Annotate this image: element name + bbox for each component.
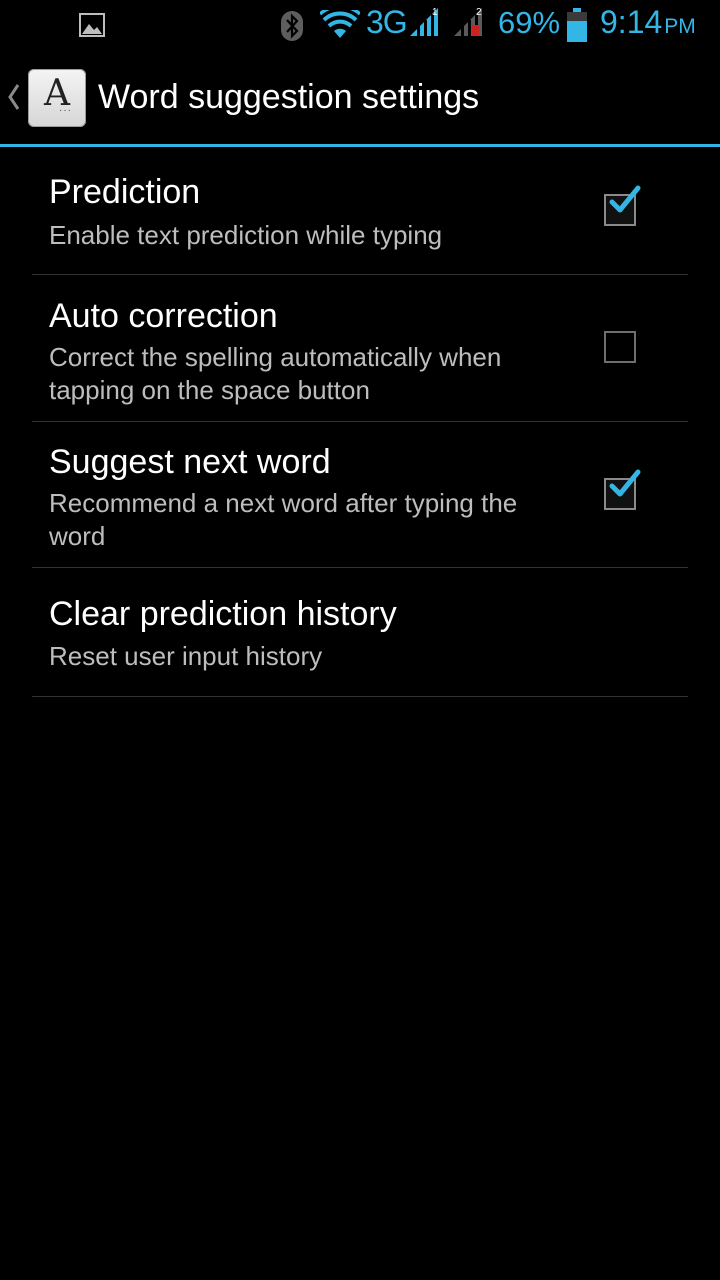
pref-title: Suggest next word bbox=[49, 443, 331, 481]
prediction-checkbox[interactable] bbox=[604, 185, 641, 226]
app-icon-glyph: A bbox=[44, 73, 70, 114]
battery-percent: 69% bbox=[498, 5, 561, 40]
preference-list: Prediction Enable text prediction while … bbox=[32, 147, 688, 697]
app-icon-dots: ··· bbox=[59, 105, 72, 116]
status-bar: 3G 1 2 69% 9:14PM bbox=[0, 0, 720, 50]
checkmark-icon bbox=[609, 185, 641, 213]
pref-summary: Reset user input history bbox=[49, 641, 323, 671]
network-type: 3G bbox=[366, 4, 408, 40]
pref-summary: Correct the spelling automatically when … bbox=[49, 342, 502, 405]
pref-summary: Enable text prediction while typing bbox=[49, 220, 443, 250]
sim2-label: 2 bbox=[476, 7, 482, 18]
gallery-notification-icon bbox=[79, 13, 105, 37]
action-bar: A ··· Word suggestion settings bbox=[0, 50, 720, 147]
sim1-signal-icon: 1 bbox=[410, 7, 438, 36]
bluetooth-icon bbox=[281, 11, 303, 41]
page-title: Word suggestion settings bbox=[98, 78, 480, 116]
pref-title: Auto correction bbox=[49, 297, 278, 335]
pref-title: Clear prediction history bbox=[49, 595, 397, 633]
clock: 9:14PM bbox=[600, 4, 696, 41]
pref-prediction[interactable]: Prediction Enable text prediction while … bbox=[32, 147, 688, 275]
app-icon[interactable]: A ··· bbox=[28, 69, 86, 127]
checkmark-icon bbox=[609, 469, 641, 497]
auto-correction-checkbox[interactable] bbox=[604, 331, 636, 363]
suggest-next-word-checkbox[interactable] bbox=[604, 469, 641, 510]
checkbox-box bbox=[604, 331, 636, 363]
sim2-signal-icon: 2 bbox=[454, 7, 482, 36]
pref-clear-prediction-history[interactable]: Clear prediction history Reset user inpu… bbox=[32, 568, 688, 697]
chevron-left-icon[interactable] bbox=[7, 83, 21, 111]
pref-auto-correction[interactable]: Auto correction Correct the spelling aut… bbox=[32, 275, 688, 422]
battery-icon bbox=[567, 8, 587, 42]
wifi-icon bbox=[320, 10, 360, 38]
pref-summary: Recommend a next word after typing the w… bbox=[49, 488, 518, 551]
sim1-label: 1 bbox=[432, 7, 438, 18]
pref-suggest-next-word[interactable]: Suggest next word Recommend a next word … bbox=[32, 422, 688, 568]
clock-ampm: PM bbox=[664, 15, 696, 38]
clock-time: 9:14 bbox=[600, 4, 663, 40]
pref-title: Prediction bbox=[49, 173, 201, 211]
